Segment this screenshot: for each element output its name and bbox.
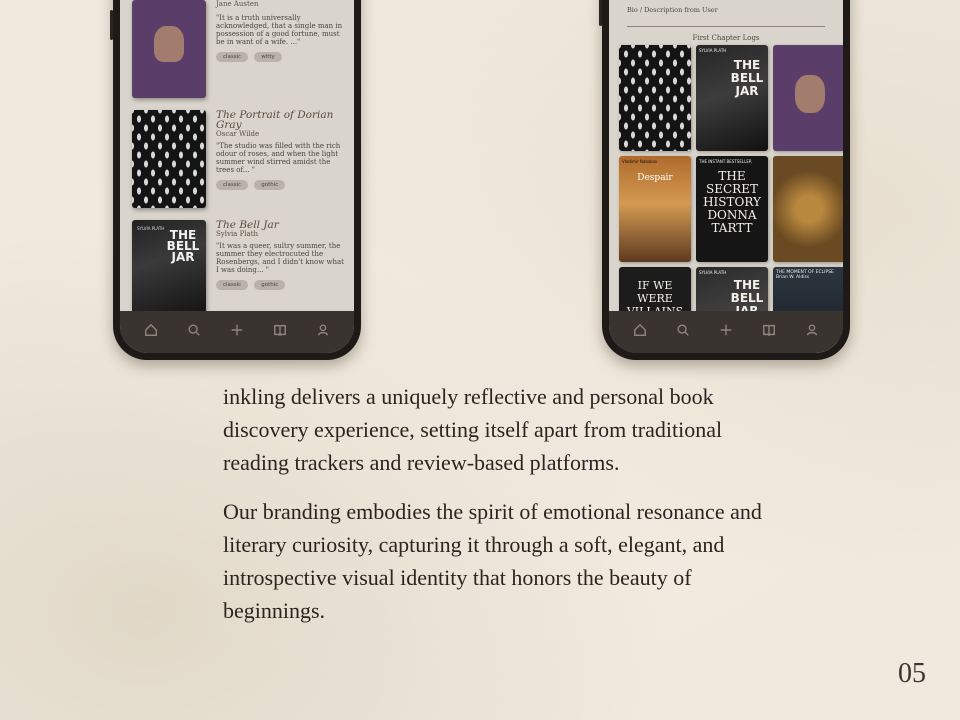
tag[interactable]: classic (216, 280, 249, 290)
cover-author: SYLVIA PLATH (137, 226, 165, 231)
tag-list: classic witty (216, 52, 346, 62)
book-icon[interactable] (271, 321, 289, 339)
bottom-tab-bar (609, 311, 843, 353)
list-item[interactable]: Jane Austen "It is a truth universally a… (132, 0, 346, 98)
home-icon[interactable] (631, 321, 649, 339)
book-quote: "The studio was filled with the rich odo… (216, 142, 341, 174)
cover-author: SYLVIA PLATH (699, 48, 727, 53)
profile-icon[interactable] (803, 321, 821, 339)
book-author: Oscar Wilde (216, 130, 260, 138)
plus-icon[interactable] (717, 321, 735, 339)
cover-title: THE MOMENT OF ECLIPSE Brian W. Aldiss (776, 270, 834, 280)
grid-book-cover[interactable]: THE INSTANT BESTSELLER THE SECRET HISTOR… (696, 156, 768, 262)
tag[interactable]: gothic (254, 180, 286, 190)
bottom-tab-bar (120, 311, 354, 353)
book-list: Jane Austen "It is a truth universally a… (132, 0, 346, 330)
book-quote: "It is a truth universally acknowledged,… (216, 14, 343, 46)
search-icon[interactable] (674, 321, 692, 339)
book-meta: The Bell Jar Sylvia Plath "It was a quee… (216, 220, 346, 318)
book-title[interactable]: The Portrait of Dorian Gray (216, 110, 346, 131)
cover-title: THE BELL JAR (166, 228, 200, 264)
book-meta: The Portrait of Dorian Gray Oscar Wilde … (216, 110, 346, 208)
grid-book-cover[interactable] (773, 45, 843, 151)
grid-book-cover[interactable]: Vladimir Nabokov Despair (619, 156, 691, 262)
phone-mockup-profile: Bio / Description from User First Chapte… (599, 0, 850, 360)
bio-label: Bio / Description from User (627, 6, 718, 14)
side-button (110, 10, 113, 40)
section-title: First Chapter Logs (692, 34, 760, 42)
book-meta: Jane Austen "It is a truth universally a… (216, 0, 346, 98)
cover-author: SYLVIA PLATH (699, 270, 727, 275)
grid-book-cover[interactable] (619, 45, 691, 151)
book-icon[interactable] (760, 321, 778, 339)
tag[interactable]: gothic (254, 280, 286, 290)
body-copy: inkling delivers a uniquely reflective a… (223, 380, 783, 643)
book-cover-bell-jar[interactable]: SYLVIA PLATH THE BELL JAR (132, 220, 206, 318)
home-icon[interactable] (142, 321, 160, 339)
search-icon[interactable] (185, 321, 203, 339)
feed-screen: Jane Austen "It is a truth universally a… (120, 0, 354, 353)
book-quote: "It was a queer, sultry summer, the summ… (216, 242, 344, 274)
book-author: Jane Austen (216, 0, 259, 8)
profile-screen: Bio / Description from User First Chapte… (609, 0, 843, 353)
cover-title: Despair (637, 173, 673, 183)
divider (627, 26, 825, 27)
book-author: Sylvia Plath (216, 230, 259, 238)
tag[interactable]: witty (254, 52, 282, 62)
page-number: 05 (898, 658, 926, 689)
tag[interactable]: classic (216, 180, 249, 190)
cover-title: THE BELL JAR (730, 58, 764, 98)
book-cover-pride-and-prejudice[interactable] (132, 0, 206, 98)
side-button (599, 0, 602, 26)
profile-icon[interactable] (314, 321, 332, 339)
grid-book-cover[interactable]: SYLVIA PLATH THE BELL JAR (696, 45, 768, 151)
book-title[interactable]: The Bell Jar (216, 220, 346, 231)
book-cover-dorian-gray[interactable] (132, 110, 206, 208)
plus-icon[interactable] (228, 321, 246, 339)
tag[interactable]: classic (216, 52, 249, 62)
profile-header: Bio / Description from User First Chapte… (627, 6, 825, 42)
tag-list: classic gothic (216, 180, 346, 190)
tag-list: classic gothic (216, 280, 346, 290)
cover-tagline: THE INSTANT BESTSELLER (699, 159, 752, 164)
list-item[interactable]: The Portrait of Dorian Gray Oscar Wilde … (132, 110, 346, 208)
paragraph-branding: Our branding embodies the spirit of emot… (223, 499, 762, 623)
list-item[interactable]: SYLVIA PLATH THE BELL JAR The Bell Jar S… (132, 220, 346, 318)
paragraph-intro: inkling delivers a uniquely reflective a… (223, 384, 723, 475)
cover-title: THE SECRET HISTORY DONNA TARTT (703, 169, 761, 235)
cover-author: Vladimir Nabokov (622, 159, 658, 164)
phone-mockup-feed: Jane Austen "It is a truth universally a… (110, 0, 361, 360)
book-cover-grid: SYLVIA PLATH THE BELL JAR Vladimir Nabok… (619, 45, 843, 353)
grid-book-cover[interactable] (773, 156, 843, 262)
